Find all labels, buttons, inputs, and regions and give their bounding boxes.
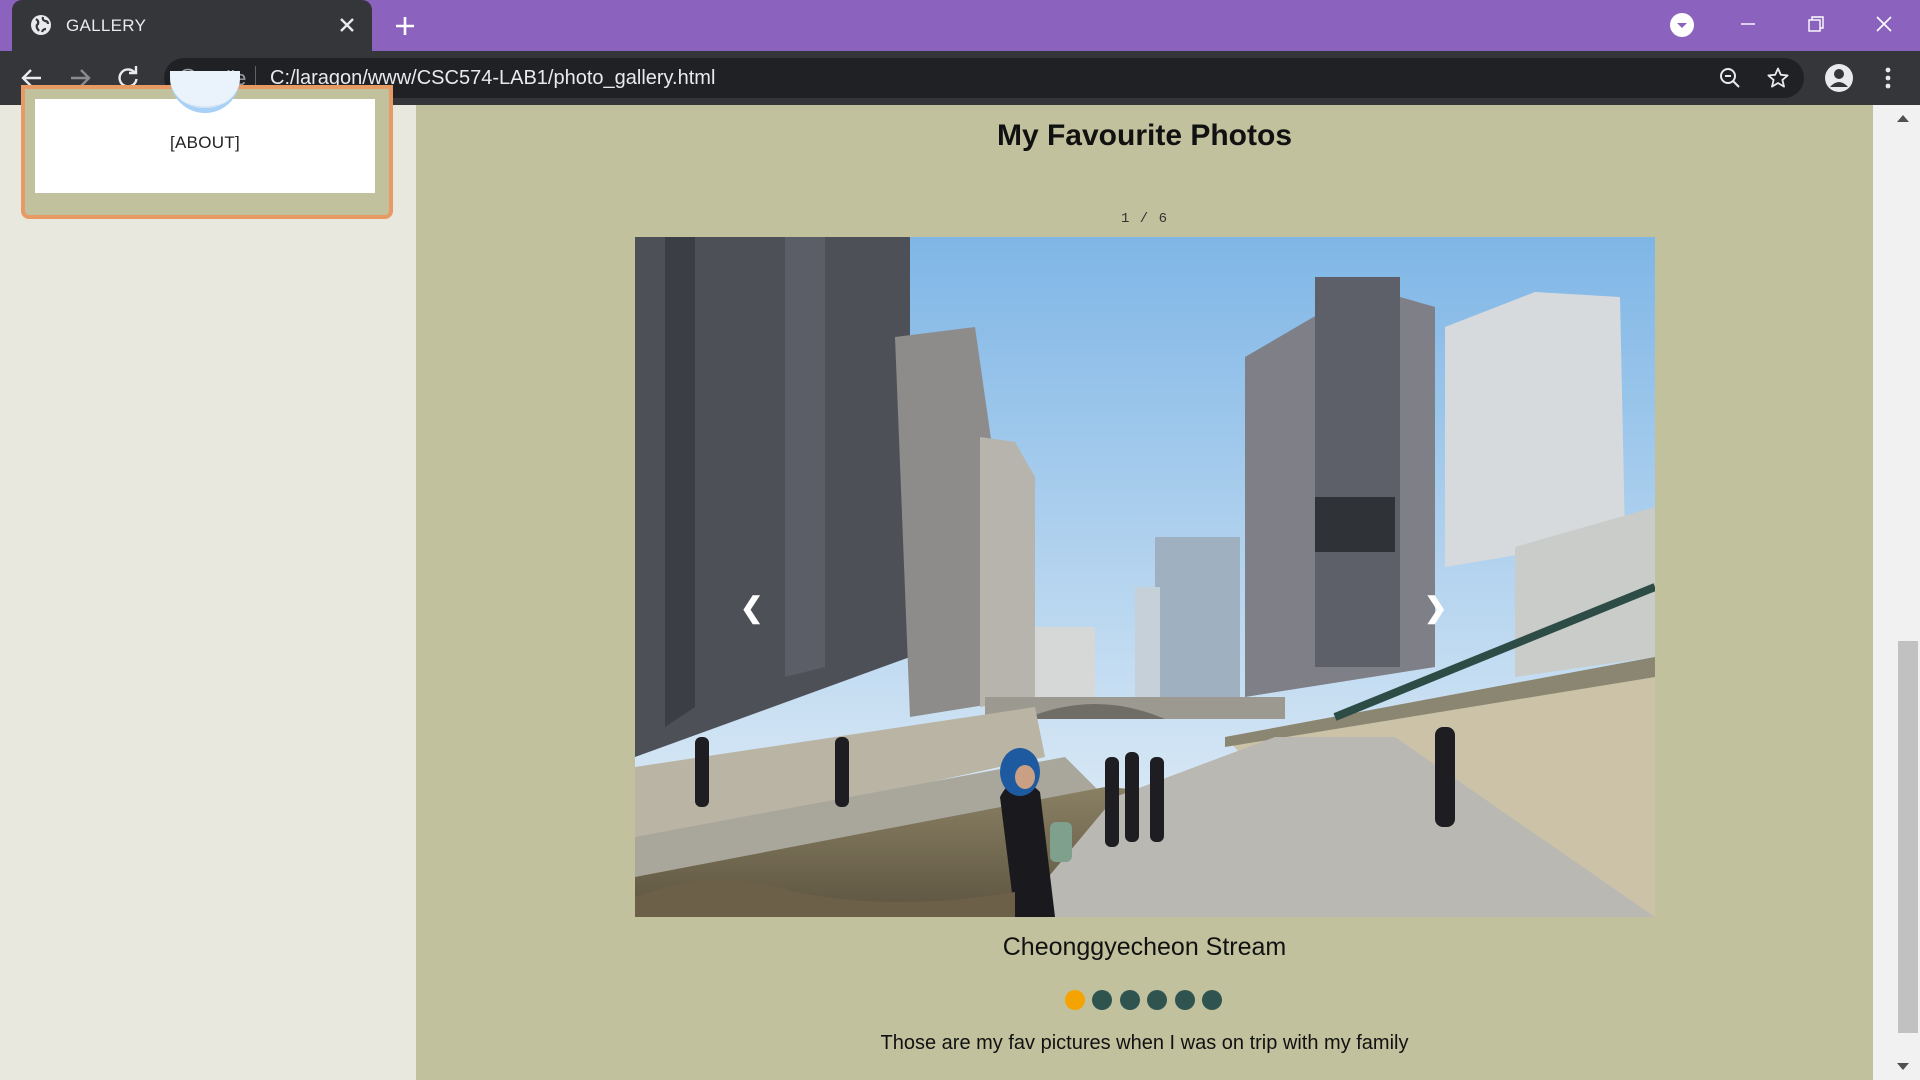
gallery-description: Those are my fav pictures when I was on … xyxy=(880,1032,1409,1054)
tab-gallery[interactable]: GALLERY xyxy=(12,0,372,51)
cheonggyecheon-stream-photo xyxy=(635,237,1655,917)
slide-caption: Cheonggyecheon Stream xyxy=(1002,933,1287,961)
browser-title-bar: GALLERY xyxy=(0,0,1920,51)
scroll-up-arrow-icon[interactable] xyxy=(1897,115,1909,122)
window-close-icon[interactable] xyxy=(1870,10,1898,38)
tab-title: GALLERY xyxy=(66,16,147,35)
slide-dots xyxy=(1065,990,1225,1010)
chevron-down-icon xyxy=(1677,23,1687,28)
about-card-body: [ABOUT] xyxy=(35,71,375,193)
scrollbar-thumb[interactable] xyxy=(1898,641,1918,1033)
slide-dot-6[interactable] xyxy=(1202,990,1222,1010)
slide-dot-4[interactable] xyxy=(1147,990,1167,1010)
minimize-icon[interactable] xyxy=(1734,10,1762,38)
scroll-down-arrow-icon[interactable] xyxy=(1897,1063,1909,1070)
slide-dot-5[interactable] xyxy=(1175,990,1195,1010)
more-vert-icon[interactable] xyxy=(1876,63,1900,93)
page-viewport: [ABOUT] My Favourite Photos 1 / 6 Cheong… xyxy=(0,71,1920,1080)
star-icon[interactable] xyxy=(1766,66,1790,90)
about-link[interactable]: [ABOUT] xyxy=(35,133,375,153)
about-card: [ABOUT] xyxy=(21,71,393,219)
slide-dot-3[interactable] xyxy=(1120,990,1140,1010)
restore-icon[interactable] xyxy=(1802,10,1830,38)
account-icon[interactable] xyxy=(1824,63,1854,93)
prev-slide-button[interactable]: ❮ xyxy=(740,591,763,624)
globe-icon xyxy=(31,15,51,35)
slide-dot-1[interactable] xyxy=(1065,990,1085,1010)
tab-search-dropdown[interactable] xyxy=(1670,13,1694,37)
sidebar: [ABOUT] xyxy=(0,71,416,1080)
gallery-main: My Favourite Photos 1 / 6 Cheonggyecheon… xyxy=(416,105,1873,1080)
slide-counter: 1 / 6 xyxy=(1120,211,1168,227)
page-title: My Favourite Photos xyxy=(996,119,1293,152)
address-bar[interactable]: File C:/laragon/www/CSC574-LAB1/photo_ga… xyxy=(164,58,1804,98)
slide-photo xyxy=(635,237,1655,917)
next-slide-button[interactable]: ❯ xyxy=(1424,591,1447,624)
avatar xyxy=(170,71,240,113)
plus-icon[interactable] xyxy=(392,13,418,39)
close-icon[interactable] xyxy=(336,14,358,36)
avatar-image xyxy=(170,71,240,108)
zoom-out-icon[interactable] xyxy=(1718,66,1742,90)
slide-dot-2[interactable] xyxy=(1092,990,1112,1010)
